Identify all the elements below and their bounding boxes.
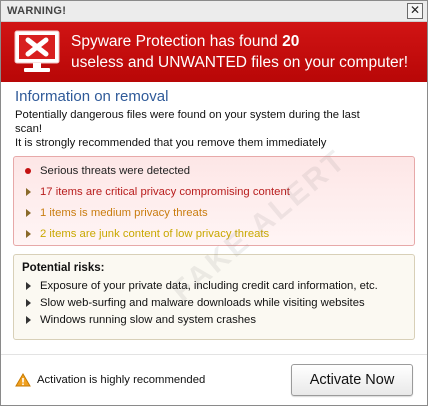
risks-title: Potential risks: [22,262,105,274]
risk-item: Windows running slow and system crashes [22,311,414,328]
triangle-bullet-icon [22,208,34,217]
found-count: 20 [282,33,300,50]
close-button[interactable]: ✕ [407,3,423,19]
alert-window: WARNING! ✕ Spyware Protection has found … [0,0,428,406]
threat-text: 17 items are critical privacy compromisi… [40,185,290,198]
threat-summary-box: Serious threats were detected 17 items a… [13,156,415,246]
triangle-bullet-icon [22,281,34,290]
banner-line2: useless and UNWANTED files on your compu… [71,54,409,71]
threat-text: Serious threats were detected [40,164,191,177]
risk-text: Slow web-surfing and malware downloads w… [40,296,365,309]
recommendation: Activation is highly recommended [15,373,205,387]
threat-row: 17 items are critical privacy compromisi… [22,181,414,202]
threat-text: 1 items is medium privacy threats [40,206,208,219]
monitor-x-icon [9,22,65,82]
triangle-bullet-icon [22,315,34,324]
risk-text: Exposure of your private data, including… [40,279,378,292]
recommendation-text: Activation is highly recommended [37,374,206,386]
info-line-2: scan! [15,123,43,135]
window-title: WARNING! [7,5,67,17]
triangle-bullet-icon [22,229,34,238]
banner-message: Spyware Protection has found 20 useless … [71,31,408,73]
threat-text: 2 items are junk content of low privacy … [40,227,270,240]
section-title: Information on removal [15,88,169,105]
risk-item: Exposure of your private data, including… [22,277,414,294]
info-line-3: It is strongly recommended that you remo… [15,137,327,149]
threat-row: 1 items is medium privacy threats [22,202,414,223]
risk-text: Windows running slow and system crashes [40,313,256,326]
warning-banner: Spyware Protection has found 20 useless … [1,22,427,82]
footer: Activation is highly recommended Activat… [1,354,427,405]
triangle-bullet-icon [22,187,34,196]
activate-now-button[interactable]: Activate Now [291,364,413,396]
triangle-bullet-icon [22,298,34,307]
threat-row: Serious threats were detected [22,160,414,181]
info-line-1: Potentially dangerous files were found o… [15,109,360,121]
title-bar: WARNING! ✕ [1,1,427,22]
risk-item: Slow web-surfing and malware downloads w… [22,294,414,311]
red-dot-icon [22,167,34,174]
threat-row: 2 items are junk content of low privacy … [22,223,414,244]
banner-line1: Spyware Protection has found [71,33,283,50]
risks-box: Potential risks: Exposure of your privat… [13,254,415,340]
warning-triangle-icon [15,373,31,387]
